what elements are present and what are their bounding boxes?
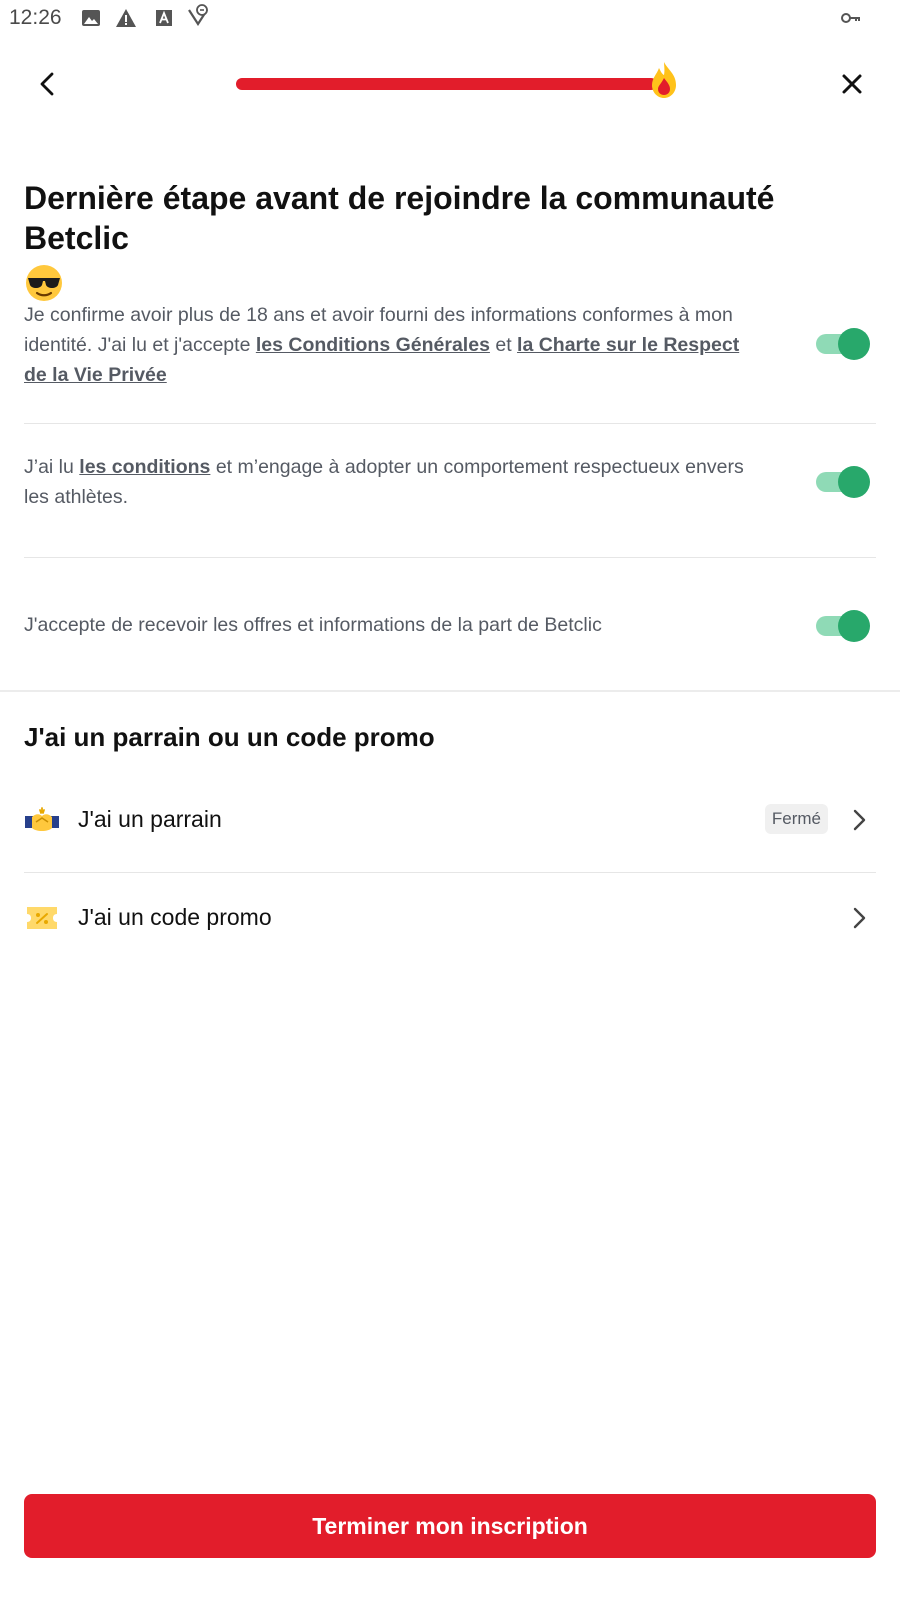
text-a-icon [153, 7, 175, 29]
section-divider [0, 690, 900, 692]
image-icon [80, 7, 102, 29]
divider [24, 423, 876, 424]
progress-fill [236, 78, 658, 90]
consent-terms-row: Je confirme avoir plus de 18 ans et avoi… [24, 300, 876, 390]
sunglasses-emoji-icon [24, 263, 64, 303]
vpn-signal-icon [187, 4, 209, 26]
divider [24, 557, 876, 558]
referral-sponsor-label: J'ai un parrain [78, 806, 222, 832]
consent-terms-toggle[interactable] [816, 326, 870, 360]
finish-registration-button[interactable]: Terminer mon inscription [24, 1494, 876, 1558]
ticket-percent-icon [24, 902, 60, 934]
athletes-conditions-link[interactable]: les conditions [79, 456, 210, 478]
promo-code-option[interactable]: J'ai un code promo [24, 888, 876, 948]
consent-offers-text: J'accepte de recevoir les offres et info… [24, 614, 602, 636]
back-button[interactable] [30, 66, 66, 102]
promo-code-label: J'ai un code promo [78, 904, 272, 930]
status-time: 12:26 [9, 6, 62, 29]
page-title-text: Dernière étape avant de rejoindre la com… [24, 180, 775, 256]
close-icon [842, 74, 862, 94]
consent-athletes-toggle[interactable] [816, 464, 870, 498]
toggle-thumb [838, 466, 870, 498]
key-icon [840, 7, 862, 29]
chevron-right-icon [848, 808, 870, 832]
consent-athletes-text: J’ai lu les conditions et m’engage à ado… [24, 452, 754, 512]
status-bar: 12:26 [0, 0, 900, 38]
page-title: Dernière étape avant de rejoindre la com… [24, 178, 884, 303]
referral-section-title: J'ai un parrain ou un code promo [24, 722, 435, 752]
consent-terms-text: Je confirme avoir plus de 18 ans et avoi… [24, 300, 754, 390]
toggle-thumb [838, 328, 870, 360]
divider [24, 872, 876, 873]
status-badge: Fermé [764, 804, 828, 834]
consent-offers-toggle[interactable] [816, 608, 870, 642]
consent-athletes-row: J’ai lu les conditions et m’engage à ado… [24, 452, 876, 512]
consent-athletes-text-before: J’ai lu [24, 456, 74, 478]
close-button[interactable] [834, 66, 870, 102]
warning-icon [115, 7, 137, 29]
referral-sponsor-option[interactable]: J'ai un parrain Fermé [24, 790, 876, 850]
handshake-icon [24, 804, 60, 836]
toggle-thumb [838, 610, 870, 642]
chevron-right-icon [848, 906, 870, 930]
flame-icon [648, 60, 680, 100]
consent-offers-row: J'accepte de recevoir les offres et info… [24, 608, 876, 642]
general-conditions-link[interactable]: les Conditions Générales [256, 334, 490, 356]
consent-terms-text-middle: et [495, 334, 512, 356]
chevron-left-icon [40, 72, 54, 96]
progress-bar [236, 78, 666, 90]
